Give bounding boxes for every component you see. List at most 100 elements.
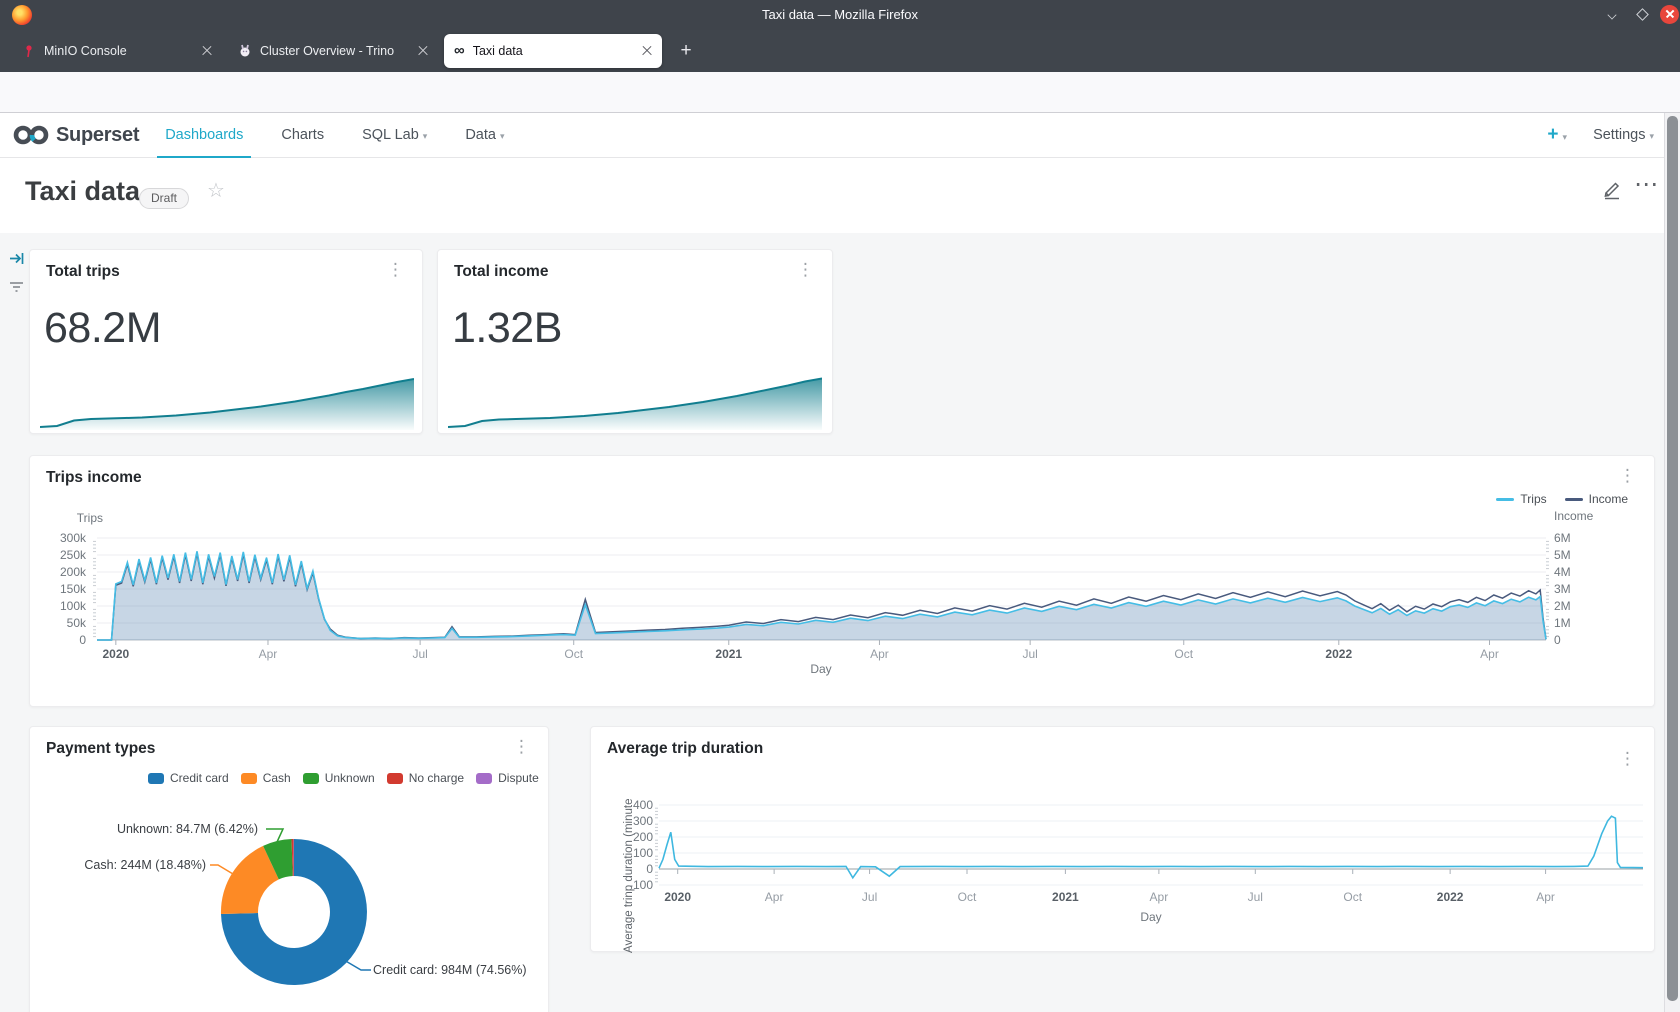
- trino-icon: [238, 44, 252, 58]
- axis-tick-label: Oct: [927, 889, 1007, 905]
- kebab-menu-icon[interactable]: ⋮: [797, 260, 814, 280]
- close-tab-icon[interactable]: [202, 46, 212, 56]
- chart-legend: Credit card Cash Unknown No charge Dispute: [148, 771, 539, 785]
- tab-label: MinIO Console: [44, 44, 194, 58]
- panel-avg-trip-duration: Average trip duration ⋮ Average trinp du…: [590, 726, 1655, 952]
- axis-tick-label: 2M: [1554, 598, 1594, 614]
- sparkline-chart: [40, 372, 414, 430]
- axis-tick-label: 2022: [1410, 889, 1490, 905]
- screen: Taxi data — Mozilla Firefox MinIO Consol…: [0, 0, 1680, 1012]
- window-titlebar: Taxi data — Mozilla Firefox: [0, 0, 1680, 30]
- kebab-menu-icon[interactable]: ⋮: [513, 737, 530, 757]
- new-tab-button[interactable]: +: [674, 40, 698, 64]
- close-window-button[interactable]: [1660, 5, 1679, 24]
- y-axis-title: Income: [1554, 508, 1614, 524]
- avg-trip-duration-chart: [655, 797, 1651, 901]
- axis-tick-label: 5M: [1554, 547, 1594, 563]
- axis-tick-label: 100: [605, 845, 653, 861]
- window-title: Taxi data — Mozilla Firefox: [0, 7, 1680, 22]
- browser-toolbar: ← → 172.18.0.4:32295/superset/dashboard/…: [0, 72, 1680, 113]
- axis-tick-label: 100k: [38, 598, 86, 614]
- more-options-icon[interactable]: ⋯: [1634, 170, 1659, 199]
- axis-tick-label: Apr: [734, 889, 814, 905]
- chart-title: Total income: [454, 263, 548, 281]
- close-tab-icon[interactable]: [642, 46, 652, 56]
- chart-title: Payment types: [46, 740, 155, 758]
- nav-sql-lab[interactable]: SQL Lab▾: [354, 113, 435, 158]
- kebab-menu-icon[interactable]: ⋮: [1619, 749, 1636, 769]
- axis-tick-label: 1M: [1554, 615, 1594, 631]
- legend-item[interactable]: Unknown: [303, 771, 375, 785]
- settings-menu[interactable]: Settings▾: [1593, 127, 1654, 143]
- dashboard-header: Taxi data Draft ☆ ⋯: [0, 158, 1680, 233]
- legend-item[interactable]: Dispute: [476, 771, 539, 785]
- axis-tick-label: Oct: [1144, 646, 1224, 662]
- axis-tick-label: Apr: [839, 646, 919, 662]
- legend-item[interactable]: Trips: [1496, 492, 1546, 506]
- axis-tick-label: 300k: [38, 530, 86, 546]
- chevron-down-icon[interactable]: [1608, 9, 1618, 19]
- axis-tick-label: 2020: [76, 646, 156, 662]
- superset-navbar: Superset Dashboards Charts SQL Lab▾ Data…: [0, 113, 1680, 158]
- tab-label: Taxi data: [473, 44, 634, 58]
- nav-dashboards[interactable]: Dashboards: [157, 113, 251, 158]
- filter-list-icon[interactable]: [8, 278, 26, 296]
- page-title: Taxi data: [25, 176, 140, 207]
- axis-tick-label: Jul: [830, 889, 910, 905]
- panel-trips-income: Trips income ⋮ TripsIncome 300k250k200k1…: [29, 455, 1655, 707]
- donut-slice-label: Unknown: 84.7M (6.42%): [88, 821, 258, 837]
- expand-filters-icon[interactable]: [8, 250, 26, 268]
- scrollbar[interactable]: [1664, 113, 1680, 1012]
- legend-item[interactable]: Cash: [241, 771, 291, 785]
- panel-payment-types: Payment types ⋮ Credit card Cash Unknown No…: [29, 726, 549, 1012]
- axis-tick-label: 0: [1554, 632, 1594, 648]
- legend-item[interactable]: Income: [1565, 492, 1628, 506]
- axis-tick-label: 2021: [689, 646, 769, 662]
- chevron-down-icon: ▾: [1649, 131, 1654, 141]
- axis-tick-label: Apr: [1506, 889, 1586, 905]
- donut-slice-label: Credit card: 984M (74.56%): [373, 962, 568, 978]
- nav-charts[interactable]: Charts: [273, 113, 332, 158]
- big-number-value: 1.32B: [452, 304, 562, 353]
- card-total-trips: Total trips ⋮ 68.2M: [29, 249, 423, 434]
- axis-tick-label: 250k: [38, 547, 86, 563]
- chart-title: Total trips: [46, 263, 120, 281]
- legend-item[interactable]: No charge: [387, 771, 464, 785]
- superset-favicon-icon: ∞: [454, 44, 465, 58]
- axis-tick-label: 4M: [1554, 564, 1594, 580]
- axis-tick-label: 2021: [1025, 889, 1105, 905]
- brand-name: Superset: [56, 124, 139, 147]
- close-tab-icon[interactable]: [418, 46, 428, 56]
- chevron-down-icon: ▾: [423, 131, 428, 141]
- axis-tick-label: 0: [605, 861, 653, 877]
- axis-tick-label: Apr: [1119, 889, 1199, 905]
- trips-income-chart: [93, 531, 1549, 657]
- scrollbar-thumb[interactable]: [1667, 116, 1678, 1001]
- add-new-button[interactable]: +▾: [1547, 124, 1567, 146]
- nav-data[interactable]: Data▾: [457, 113, 512, 158]
- minio-icon: [22, 44, 36, 58]
- axis-tick-label: 300: [605, 813, 653, 829]
- tab-trino[interactable]: Cluster Overview - Trino: [228, 34, 438, 68]
- axis-tick-label: Apr: [1449, 646, 1529, 662]
- tab-bar: MinIO Console Cluster Overview - Trino ∞…: [0, 30, 1680, 72]
- axis-tick-label: Jul: [1215, 889, 1295, 905]
- tab-taxi-data[interactable]: ∞ Taxi data: [444, 34, 662, 68]
- x-axis-title: Day: [1111, 909, 1191, 925]
- donut-slice-label: Cash: 244M (18.48%): [58, 857, 206, 873]
- edit-pencil-icon[interactable]: [1602, 180, 1622, 205]
- sparkline-chart: [448, 372, 822, 430]
- superset-brand[interactable]: Superset: [12, 124, 139, 147]
- axis-tick-label: 2022: [1299, 646, 1379, 662]
- axis-tick-label: 2020: [638, 889, 718, 905]
- kebab-menu-icon[interactable]: ⋮: [1619, 466, 1636, 486]
- axis-tick-label: Jul: [380, 646, 460, 662]
- chevron-down-icon: ▾: [500, 131, 505, 141]
- tab-minio-console[interactable]: MinIO Console: [12, 34, 222, 68]
- axis-tick-label: Apr: [228, 646, 308, 662]
- legend-item[interactable]: Credit card: [148, 771, 229, 785]
- dashboard-content: Total trips ⋮ 68.2M Total income ⋮ 1.32B…: [0, 233, 1680, 1012]
- x-axis-title: Day: [781, 661, 861, 677]
- favorite-star-icon[interactable]: ☆: [207, 178, 225, 203]
- kebab-menu-icon[interactable]: ⋮: [387, 260, 404, 280]
